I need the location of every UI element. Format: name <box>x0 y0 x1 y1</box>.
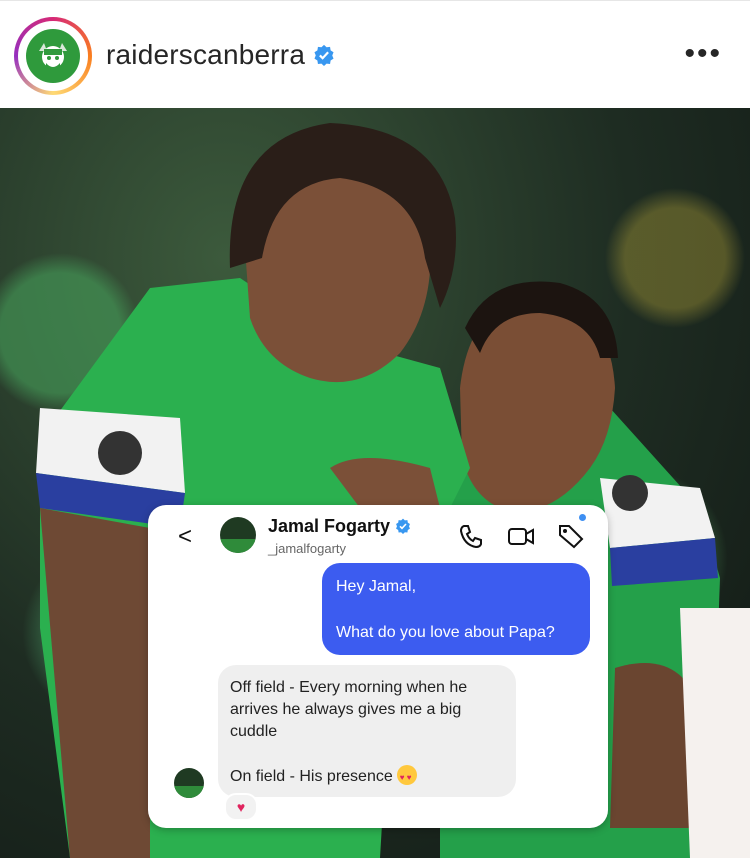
incoming-line-4: On field - His presence <box>230 765 504 789</box>
contact-avatar[interactable] <box>220 517 256 553</box>
incoming-message[interactable]: Off field - Every morning when he arrive… <box>218 665 516 797</box>
contact-name-text: Jamal Fogarty <box>268 516 391 536</box>
phone-icon[interactable] <box>456 521 486 551</box>
profile-avatar[interactable] <box>14 17 92 95</box>
contact-name[interactable]: Jamal Fogarty <box>268 516 411 537</box>
incoming-line-4-text: On field - His presence <box>230 768 393 785</box>
incoming-line-3: cuddle <box>230 723 278 740</box>
more-options-button[interactable]: ••• <box>684 39 722 69</box>
verified-badge-icon <box>396 518 410 534</box>
incoming-line-2: arrives he always gives me a big <box>230 701 462 718</box>
contact-handle: _jamalfogarty <box>268 541 347 556</box>
unread-dot <box>579 514 586 521</box>
tag-icon[interactable] <box>556 521 586 551</box>
raiders-logo-icon <box>26 29 80 83</box>
outgoing-line-1: Hey Jamal, <box>336 578 417 595</box>
back-button[interactable]: < <box>178 523 192 551</box>
video-call-icon[interactable] <box>506 521 536 551</box>
dm-screenshot: < Jamal Fogarty _jamalfogarty Hey Jamal,… <box>148 505 608 828</box>
incoming-line-1: Off field - Every morning when he <box>230 679 468 696</box>
heart-eyes-emoji-icon <box>396 765 417 789</box>
outgoing-message[interactable]: Hey Jamal, What do you love about Papa? <box>322 563 590 655</box>
post-photo[interactable]: < Jamal Fogarty _jamalfogarty Hey Jamal,… <box>0 108 750 858</box>
verified-badge-icon <box>314 44 334 66</box>
chat-actions <box>456 521 586 551</box>
outgoing-line-2: What do you love about Papa? <box>336 624 555 641</box>
post-username[interactable]: raiderscanberra <box>106 39 335 71</box>
heart-reaction-icon[interactable]: ♥ <box>224 793 258 821</box>
username-text[interactable]: raiderscanberra <box>106 39 305 70</box>
sender-avatar <box>174 768 204 798</box>
post-header: raiderscanberra ••• <box>0 0 750 108</box>
